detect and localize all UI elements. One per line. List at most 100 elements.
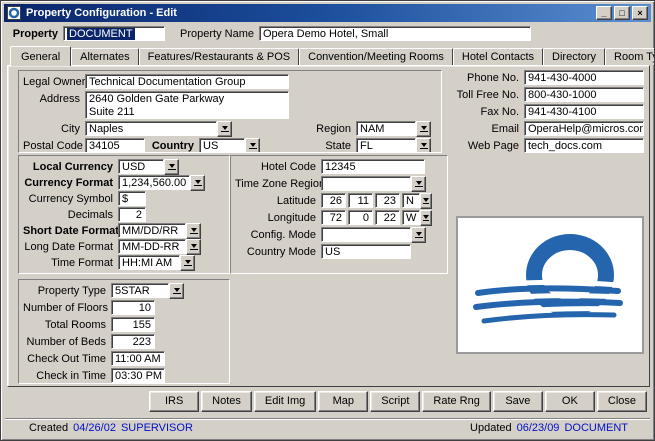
web-page-field[interactable]: tech_docs.com bbox=[524, 138, 644, 153]
general-tab-page: Legal Owner Technical Documentation Grou… bbox=[7, 65, 650, 387]
property-type-field[interactable]: 5STAR bbox=[111, 283, 169, 298]
short-date-format-field[interactable]: MM/DD/RR bbox=[118, 223, 186, 238]
close-button[interactable]: Close bbox=[597, 391, 647, 412]
button-row: IRS Notes Edit Img Map Script Rate Rng S… bbox=[7, 391, 647, 413]
config-mode-field[interactable] bbox=[321, 227, 411, 242]
property-field[interactable]: DOCUMENT bbox=[63, 26, 165, 41]
property-type-dropdown-button[interactable] bbox=[169, 283, 184, 299]
form-row: Number of Floors 10 bbox=[23, 300, 225, 315]
longitude-label: Longitude bbox=[235, 212, 321, 224]
location-group: Hotel Code 12345 Time Zone Region Latitu… bbox=[230, 155, 448, 274]
number-of-floors-field[interactable]: 10 bbox=[111, 300, 155, 315]
longitude-direction-dropdown-button[interactable] bbox=[420, 210, 432, 226]
latitude-degrees-field[interactable]: 26 bbox=[321, 193, 346, 208]
form-row: Long Date Format MM-DD-RR bbox=[23, 239, 225, 254]
ok-button[interactable]: OK bbox=[545, 391, 595, 412]
latitude-direction-dropdown-button[interactable] bbox=[420, 193, 432, 209]
form-row: Legal Owner Technical Documentation Grou… bbox=[23, 74, 437, 89]
rate-rng-button[interactable]: Rate Rng bbox=[422, 391, 490, 412]
legal-owner-field[interactable]: Technical Documentation Group bbox=[85, 74, 289, 89]
total-rooms-field[interactable]: 155 bbox=[111, 317, 155, 332]
latitude-minutes-field[interactable]: 11 bbox=[348, 193, 373, 208]
map-button[interactable]: Map bbox=[318, 391, 368, 412]
tab-features-restaurants-pos[interactable]: Features/Restaurants & POS bbox=[139, 48, 299, 65]
longitude-minutes-field[interactable]: 0 bbox=[348, 210, 373, 225]
currency-format-label: Currency Format bbox=[23, 177, 118, 189]
tab-convention-meeting-rooms[interactable]: Convention/Meeting Rooms bbox=[299, 48, 453, 65]
form-row: Number of Beds 223 bbox=[23, 334, 225, 349]
postal-code-label: Postal Code bbox=[23, 140, 85, 152]
short-date-format-dropdown-button[interactable] bbox=[186, 223, 201, 239]
city-field[interactable]: Naples bbox=[85, 121, 217, 136]
check-in-time-field[interactable]: 03:30 PM bbox=[111, 368, 165, 383]
notes-button[interactable]: Notes bbox=[201, 391, 252, 412]
toll-free-field[interactable]: 800-430-1000 bbox=[524, 87, 644, 102]
currency-group: Local Currency USD Currency Format 1,234… bbox=[18, 155, 230, 274]
address-line1: 2640 Golden Gate Parkway bbox=[89, 93, 285, 106]
edit-img-button[interactable]: Edit Img bbox=[254, 391, 316, 412]
status-bar: Created 04/26/02 SUPERVISOR Updated 06/2… bbox=[5, 418, 650, 437]
form-row: Fax No. 941-430-4100 bbox=[438, 104, 644, 119]
local-currency-dropdown-button[interactable] bbox=[164, 159, 179, 175]
country-dropdown-button[interactable] bbox=[245, 138, 260, 154]
tab-room-types[interactable]: Room Types bbox=[605, 48, 655, 65]
form-row: Time Zone Region bbox=[235, 176, 443, 191]
region-field[interactable]: NAM bbox=[356, 121, 416, 136]
region-dropdown-button[interactable] bbox=[416, 121, 431, 137]
latitude-seconds-field[interactable]: 23 bbox=[375, 193, 400, 208]
number-of-beds-field[interactable]: 223 bbox=[111, 334, 155, 349]
phone-field[interactable]: 941-430-4000 bbox=[524, 70, 644, 85]
form-row: Latitude 26 11 23 N bbox=[235, 193, 443, 208]
script-button[interactable]: Script bbox=[370, 391, 420, 412]
address-field[interactable]: 2640 Golden Gate Parkway Suite 211 bbox=[85, 91, 289, 119]
close-window-button[interactable]: × bbox=[632, 6, 648, 20]
latitude-direction-field[interactable]: N bbox=[402, 193, 420, 208]
state-field[interactable]: FL bbox=[356, 138, 416, 153]
save-button[interactable]: Save bbox=[493, 391, 543, 412]
long-date-format-dropdown-button[interactable] bbox=[186, 239, 201, 255]
currency-format-field[interactable]: 1,234,560.00 bbox=[118, 175, 190, 190]
email-field[interactable]: OperaHelp@micros.com bbox=[524, 121, 644, 136]
time-format-field[interactable]: HH:MI AM bbox=[118, 255, 180, 270]
country-mode-field[interactable]: US bbox=[321, 244, 411, 259]
time-zone-region-dropdown-button[interactable] bbox=[411, 176, 426, 192]
created-by: SUPERVISOR bbox=[121, 422, 193, 434]
irs-button[interactable]: IRS bbox=[149, 391, 199, 412]
address-line2: Suite 211 bbox=[89, 106, 285, 119]
property-label: Property bbox=[11, 28, 63, 40]
fax-label: Fax No. bbox=[438, 106, 524, 118]
local-currency-field[interactable]: USD bbox=[118, 159, 164, 174]
phone-label: Phone No. bbox=[438, 72, 524, 84]
number-of-beds-label: Number of Beds bbox=[23, 336, 111, 348]
fax-field[interactable]: 941-430-4100 bbox=[524, 104, 644, 119]
currency-symbol-field[interactable]: $ bbox=[118, 191, 146, 206]
property-value-selected: DOCUMENT bbox=[67, 28, 135, 40]
decimals-field[interactable]: 2 bbox=[118, 207, 146, 222]
total-rooms-label: Total Rooms bbox=[23, 319, 111, 331]
state-dropdown-button[interactable] bbox=[416, 138, 431, 154]
tab-alternates[interactable]: Alternates bbox=[71, 48, 139, 65]
check-out-time-field[interactable]: 11:00 AM bbox=[111, 351, 165, 366]
long-date-format-field[interactable]: MM-DD-RR bbox=[118, 239, 186, 254]
config-mode-dropdown-button[interactable] bbox=[411, 227, 426, 243]
tab-hotel-contacts[interactable]: Hotel Contacts bbox=[453, 48, 543, 65]
currency-format-dropdown-button[interactable] bbox=[190, 175, 205, 191]
time-format-dropdown-button[interactable] bbox=[180, 255, 195, 271]
title-bar: Property Configuration - Edit _ □ × bbox=[4, 4, 651, 22]
tab-directory[interactable]: Directory bbox=[543, 48, 605, 65]
property-name-field[interactable]: Opera Demo Hotel, Small bbox=[259, 26, 531, 41]
country-label: Country bbox=[145, 140, 199, 152]
city-dropdown-button[interactable] bbox=[217, 121, 232, 137]
maximize-button[interactable]: □ bbox=[614, 6, 630, 20]
country-field[interactable]: US bbox=[199, 138, 245, 153]
minimize-button[interactable]: _ bbox=[596, 6, 612, 20]
longitude-seconds-field[interactable]: 22 bbox=[375, 210, 400, 225]
longitude-degrees-field[interactable]: 72 bbox=[321, 210, 346, 225]
property-header-row: Property DOCUMENT Property Name Opera De… bbox=[11, 25, 644, 42]
postal-code-field[interactable]: 34105 bbox=[85, 138, 145, 153]
hotel-code-field[interactable]: 12345 bbox=[321, 159, 425, 174]
longitude-direction-field[interactable]: W bbox=[402, 210, 420, 225]
form-row: Check Out Time 11:00 AM bbox=[23, 351, 225, 366]
time-zone-region-field[interactable] bbox=[321, 176, 411, 191]
tab-general[interactable]: General bbox=[10, 46, 71, 66]
